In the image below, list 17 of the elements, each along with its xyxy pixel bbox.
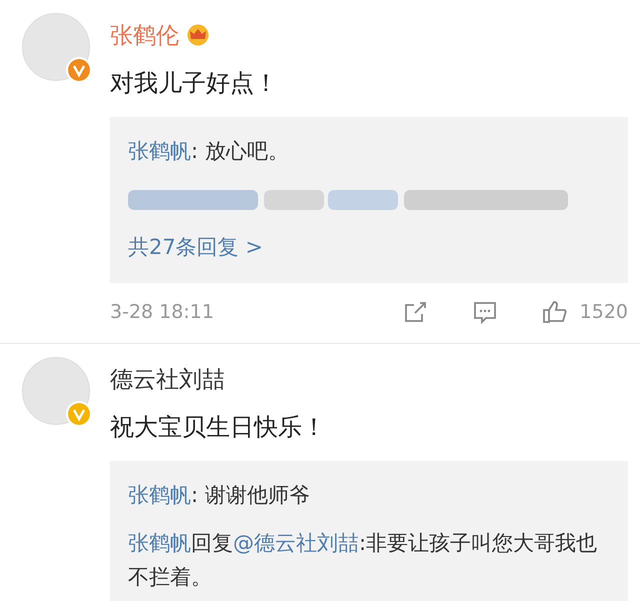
comment-text: 祝大宝贝生日快乐！: [110, 412, 327, 443]
more-replies-link[interactable]: 共27条回复 >: [128, 223, 263, 271]
user-link[interactable]: 张鹤帆: [128, 531, 191, 555]
user-link[interactable]: 张鹤帆: [128, 139, 191, 163]
crown-icon: [185, 24, 211, 46]
user-link[interactable]: 张鹤帆: [128, 483, 191, 507]
reply-text: 张鹤帆: 放心吧。: [128, 138, 290, 165]
reply-text: 张鹤帆回复@德云社刘喆:非要让孩子叫您大哥我也不拦着。: [128, 530, 598, 591]
comment-icon[interactable]: [472, 299, 498, 325]
reply-text: 张鹤帆: 谢谢他师爷: [128, 482, 311, 509]
like-count: 1520: [580, 301, 628, 323]
timestamp: 3-28 18:11: [110, 301, 215, 323]
comment-text: 对我儿子好点！: [110, 68, 279, 99]
author-name[interactable]: 张鹤伦: [110, 20, 179, 50]
like-icon[interactable]: [542, 299, 568, 325]
mention-link[interactable]: @德云社刘喆: [233, 531, 359, 555]
author-name[interactable]: 德云社刘喆: [110, 364, 225, 394]
